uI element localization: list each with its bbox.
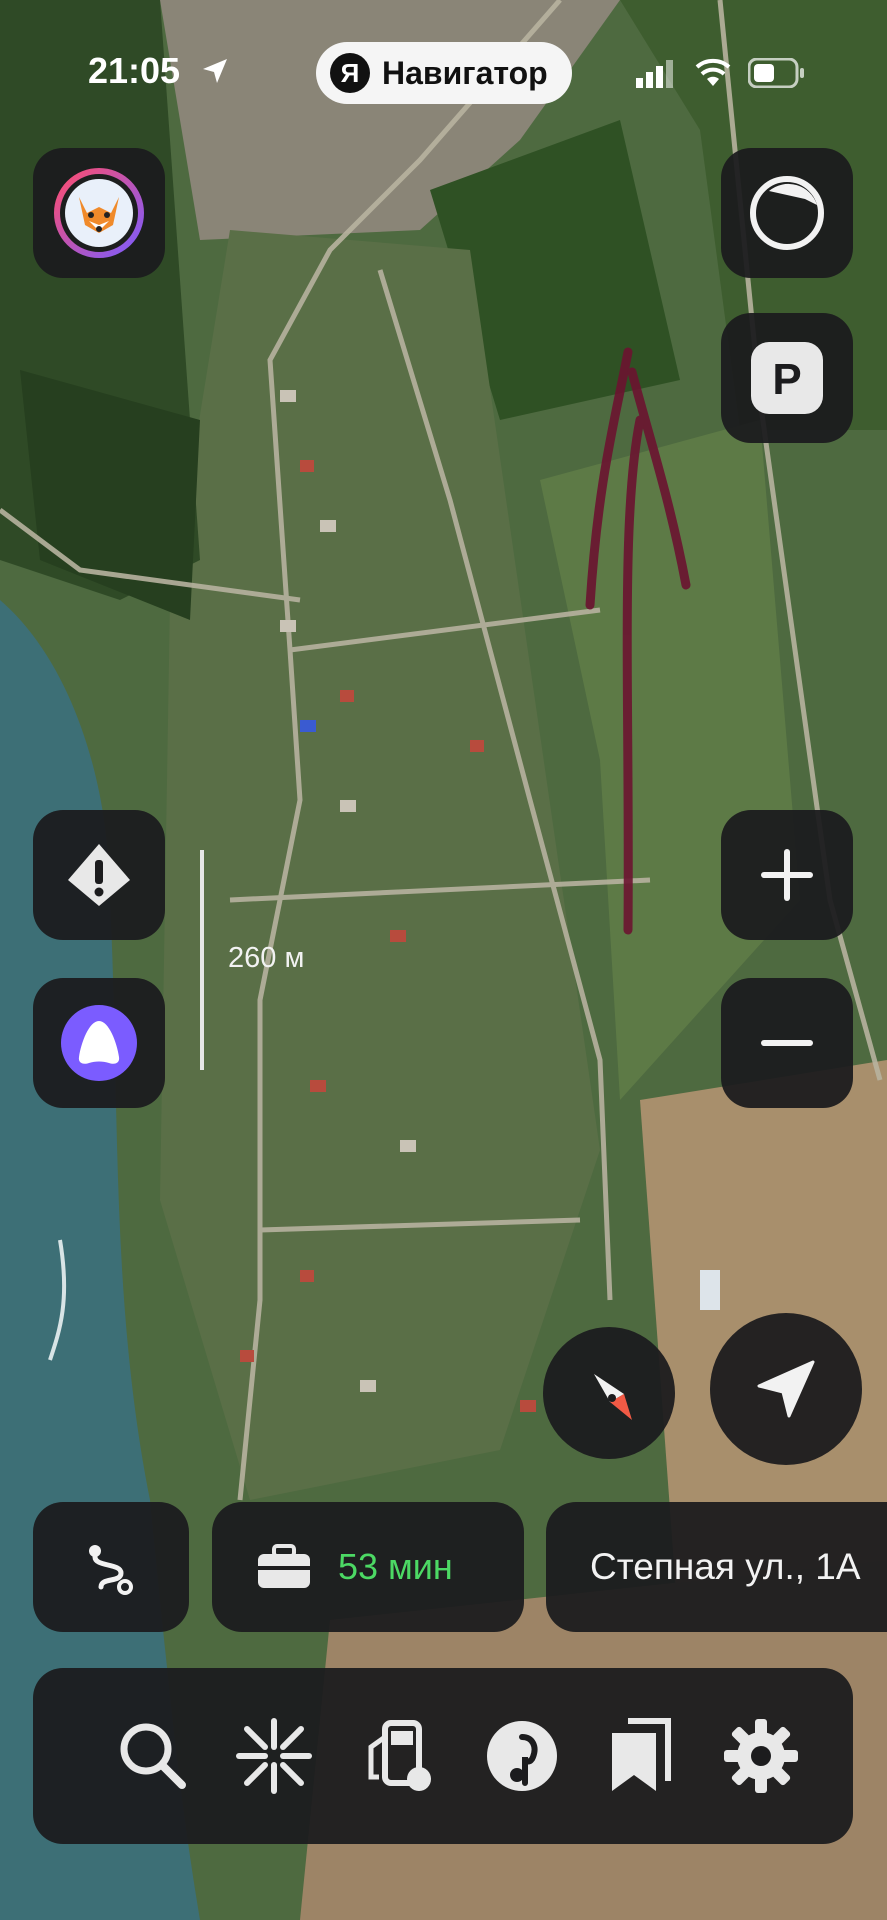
yandex-logo: Я — [330, 53, 370, 93]
bottom-toolbar — [33, 1668, 853, 1844]
eta-panel[interactable]: 53 мин — [212, 1502, 524, 1632]
fuel-station-icon[interactable] — [359, 1717, 437, 1795]
destination-panel[interactable]: Степная ул., 1А — [546, 1502, 887, 1632]
layers-icon — [750, 176, 824, 250]
status-bar: 21:05 Я Навигатор — [0, 0, 887, 150]
cellular-signal-icon — [636, 60, 673, 88]
satellite-map[interactable] — [0, 0, 887, 1920]
zoom-in-button[interactable] — [721, 810, 853, 940]
map-scale-label: 260 м — [228, 942, 305, 974]
layers-button[interactable] — [721, 148, 853, 278]
zoom-out-icon — [761, 1040, 813, 1046]
parking-button[interactable]: P — [721, 313, 853, 443]
zoom-out-button[interactable] — [721, 978, 853, 1108]
my-location-button[interactable] — [710, 1313, 862, 1465]
route-overview-button[interactable] — [33, 1502, 189, 1632]
compass-button[interactable] — [543, 1327, 675, 1459]
search-icon[interactable] — [116, 1719, 190, 1793]
clock: 21:05 — [88, 50, 181, 91]
app-badge[interactable]: Я Навигатор — [316, 42, 572, 104]
zoom-in-icon — [761, 849, 813, 901]
bookmarks-icon[interactable] — [606, 1717, 676, 1795]
app-name: Навигатор — [382, 54, 548, 91]
parking-icon: P — [751, 342, 823, 414]
location-arrow-icon — [203, 59, 227, 83]
music-icon[interactable] — [483, 1717, 561, 1795]
svg-text:P: P — [772, 355, 801, 404]
profile-button[interactable] — [33, 148, 165, 278]
battery-icon — [748, 58, 804, 88]
alice-assistant-icon — [61, 1005, 137, 1081]
destination-address: Степная ул., 1А — [590, 1546, 861, 1587]
compass-icon — [594, 1374, 632, 1420]
road-alert-icon — [68, 844, 130, 906]
route-icon — [89, 1545, 133, 1595]
burst-icon[interactable] — [235, 1717, 313, 1795]
navigation-arrow-icon — [757, 1360, 815, 1418]
alice-assistant-button[interactable] — [33, 978, 165, 1108]
eta-time: 53 мин — [338, 1546, 453, 1587]
briefcase-icon — [258, 1544, 310, 1588]
settings-icon[interactable] — [722, 1717, 800, 1795]
profile-avatar — [54, 168, 144, 258]
road-alert-button[interactable] — [33, 810, 165, 940]
wifi-icon — [695, 58, 731, 86]
